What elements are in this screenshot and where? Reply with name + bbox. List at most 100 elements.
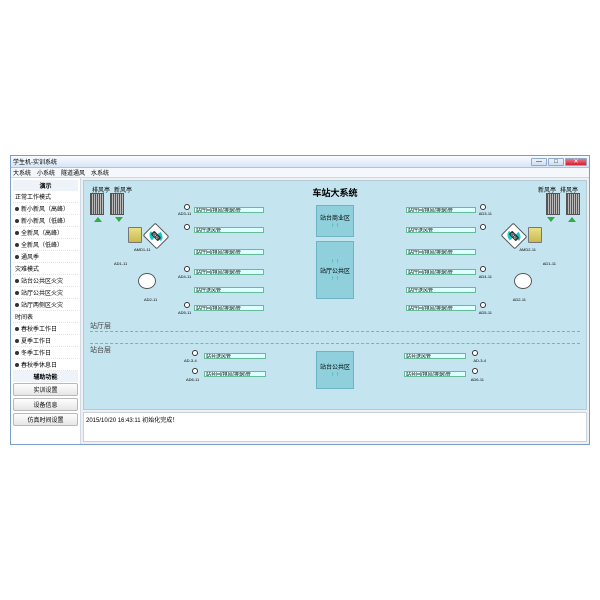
node-icon[interactable] bbox=[192, 368, 198, 374]
node-icon[interactable] bbox=[472, 368, 478, 374]
zone-platform: 站台公共区 ↑ ↑ bbox=[316, 351, 354, 389]
app-window: 学生机-实训系统 — □ ✕ 大系统 小系统 隧道通风 水系统 演示 正常工作模… bbox=[10, 155, 590, 445]
node-icon[interactable] bbox=[480, 204, 486, 210]
sidebar-item[interactable]: 通风季 bbox=[13, 251, 78, 263]
arrow-up-icon bbox=[94, 217, 102, 222]
node-label: AD3-11 bbox=[479, 211, 492, 216]
damper-icon[interactable] bbox=[138, 273, 156, 289]
pipe-supply: 站厅送风管 bbox=[406, 227, 476, 233]
zone-plat-label: 站台公共区 bbox=[317, 362, 353, 371]
arrow-up-icon bbox=[568, 217, 576, 222]
menu-small-system[interactable]: 小系统 bbox=[37, 168, 55, 177]
fan-icon[interactable]: 0Hz bbox=[143, 223, 170, 250]
node-icon[interactable] bbox=[184, 204, 190, 210]
close-button[interactable]: ✕ bbox=[565, 158, 587, 166]
pipe-exhaust: 站厅回/排风(排烟)管 bbox=[406, 207, 476, 213]
sidebar-item[interactable]: 全新风（低峰） bbox=[13, 239, 78, 251]
log-line: 2015/10/20 16:43:11 初始化完成！ bbox=[86, 418, 178, 424]
zone-hall-label: 站厅层 bbox=[90, 321, 111, 331]
node-icon[interactable] bbox=[480, 224, 486, 230]
pipe-plat-exhaust: 站台回/排风(排烟)管 bbox=[204, 371, 266, 377]
minimize-button[interactable]: — bbox=[531, 158, 547, 166]
arrow-up-icon: ↑ ↑ bbox=[317, 259, 353, 265]
arrow-up-icon: ↑ ↑ bbox=[317, 276, 353, 282]
divider-line bbox=[90, 331, 580, 332]
node-label: AD1-11 bbox=[114, 261, 127, 266]
window-title: 学生机-实训系统 bbox=[13, 157, 531, 166]
node-label: AD-3-4 bbox=[473, 358, 486, 363]
grille-icon bbox=[546, 193, 560, 215]
menu-big-system[interactable]: 大系统 bbox=[13, 168, 31, 177]
sidebar-item[interactable]: 站台公共区火灾 bbox=[13, 275, 78, 287]
sidebar-item[interactable]: 灾难模式 bbox=[13, 263, 78, 275]
sidebar-item[interactable]: 新小新风（低峰） bbox=[13, 215, 78, 227]
node-label: AD3-11 bbox=[178, 211, 191, 216]
node-icon[interactable] bbox=[192, 350, 198, 356]
node-label: AD2-11 bbox=[144, 297, 157, 302]
sidebar-item[interactable]: 时间表 bbox=[13, 311, 78, 323]
sidebar-item[interactable]: 冬季工作日 bbox=[13, 347, 78, 359]
pipe-supply: 站厅送风管 bbox=[194, 287, 264, 293]
sidebar-item[interactable]: 站厅公共区火灾 bbox=[13, 287, 78, 299]
node-label: AD1-11 bbox=[543, 261, 556, 266]
pipe-plat-exhaust: 站台回/排风(排烟)管 bbox=[404, 371, 466, 377]
grille-icon bbox=[566, 193, 580, 215]
zone-business: 站台商业区 ↑ ↑ bbox=[316, 205, 354, 237]
sidebar-item[interactable]: 夏季工作日 bbox=[13, 335, 78, 347]
node-icon[interactable] bbox=[480, 302, 486, 308]
damper-icon[interactable] bbox=[514, 273, 532, 289]
window-buttons: — □ ✕ bbox=[531, 158, 587, 166]
node-label: AD4-11 bbox=[178, 274, 191, 279]
sidebar-item[interactable]: 春秋季工作日 bbox=[13, 323, 78, 335]
menu-tunnel-vent[interactable]: 隧道通风 bbox=[61, 168, 85, 177]
sidebar-item[interactable]: 全新风（高峰） bbox=[13, 227, 78, 239]
grille-icon bbox=[90, 193, 104, 215]
node-label: AD5-11 bbox=[479, 310, 492, 315]
pipe-exhaust: 站厅回/排风(排烟)管 bbox=[194, 269, 264, 275]
fan-icon[interactable]: 0Hz bbox=[501, 223, 528, 250]
arrow-up-icon: ↑ ↑ bbox=[317, 223, 353, 229]
pipe-plat-supply: 站台送风管 bbox=[204, 353, 266, 359]
grille-icon bbox=[110, 193, 124, 215]
menubar: 大系统 小系统 隧道通风 水系统 bbox=[11, 168, 589, 178]
menu-water-system[interactable]: 水系统 bbox=[91, 168, 109, 177]
arrow-down-icon bbox=[115, 217, 123, 222]
node-label: AD6-11 bbox=[471, 377, 484, 382]
pipe-exhaust: 站厅回/排风(排烟)管 bbox=[194, 249, 264, 255]
sidebar-item[interactable]: 新小新风（高峰） bbox=[13, 203, 78, 215]
divider-line bbox=[90, 343, 580, 344]
pipe-supply: 站厅送风管 bbox=[194, 227, 264, 233]
sidebar-header: 演示 bbox=[13, 180, 78, 191]
diagram-canvas: 车站大系统 排风亭 新风亭 新风亭 排风亭 0Hz 0Hz bbox=[83, 180, 587, 410]
node-label: AD-3-4 bbox=[184, 358, 197, 363]
pipe-exhaust: 站厅回/排风(排烟)管 bbox=[194, 207, 264, 213]
btn-device-info[interactable]: 设备信息 bbox=[13, 398, 78, 411]
zone-biz-label: 站台商业区 bbox=[317, 213, 353, 222]
maximize-button[interactable]: □ bbox=[548, 158, 564, 166]
btn-train-setup[interactable]: 实训设置 bbox=[13, 383, 78, 396]
arrow-down-icon bbox=[547, 217, 555, 222]
zone-hall: ↑ ↑ 站厅公共区 ↑ ↑ bbox=[316, 241, 354, 299]
arrow-up-icon: ↑ ↑ bbox=[317, 372, 353, 378]
pipe-plat-supply: 站台送风管 bbox=[404, 353, 466, 359]
node-icon[interactable] bbox=[184, 224, 190, 230]
node-icon[interactable] bbox=[480, 266, 486, 272]
sidebar-item[interactable]: 站厅两侧区火灾 bbox=[13, 299, 78, 311]
pipe-exhaust: 站厅回/排风(排烟)管 bbox=[194, 305, 264, 311]
node-label: AD4-11 bbox=[479, 274, 492, 279]
zone-hall-label: 站厅公共区 bbox=[317, 266, 353, 275]
main: 车站大系统 排风亭 新风亭 新风亭 排风亭 0Hz 0Hz bbox=[81, 178, 589, 444]
node-icon[interactable] bbox=[184, 266, 190, 272]
btn-sim-time[interactable]: 仿真时间设置 bbox=[13, 413, 78, 426]
motor-icon[interactable] bbox=[128, 227, 142, 243]
diagram-title: 车站大系统 bbox=[312, 186, 357, 199]
sidebar-item[interactable]: 春秋季休息日 bbox=[13, 359, 78, 371]
node-icon[interactable] bbox=[184, 302, 190, 308]
motor-icon[interactable] bbox=[528, 227, 542, 243]
log-panel: 2015/10/20 16:43:11 初始化完成！ bbox=[83, 412, 587, 442]
pipe-supply: 站厅送风管 bbox=[406, 287, 476, 293]
node-label: AD6-11 bbox=[186, 377, 199, 382]
sidebar: 演示 正常工作模式 新小新风（高峰） 新小新风（低峰） 全新风（高峰） 全新风（… bbox=[11, 178, 81, 444]
node-icon[interactable] bbox=[472, 350, 478, 356]
sidebar-item[interactable]: 正常工作模式 bbox=[13, 191, 78, 203]
